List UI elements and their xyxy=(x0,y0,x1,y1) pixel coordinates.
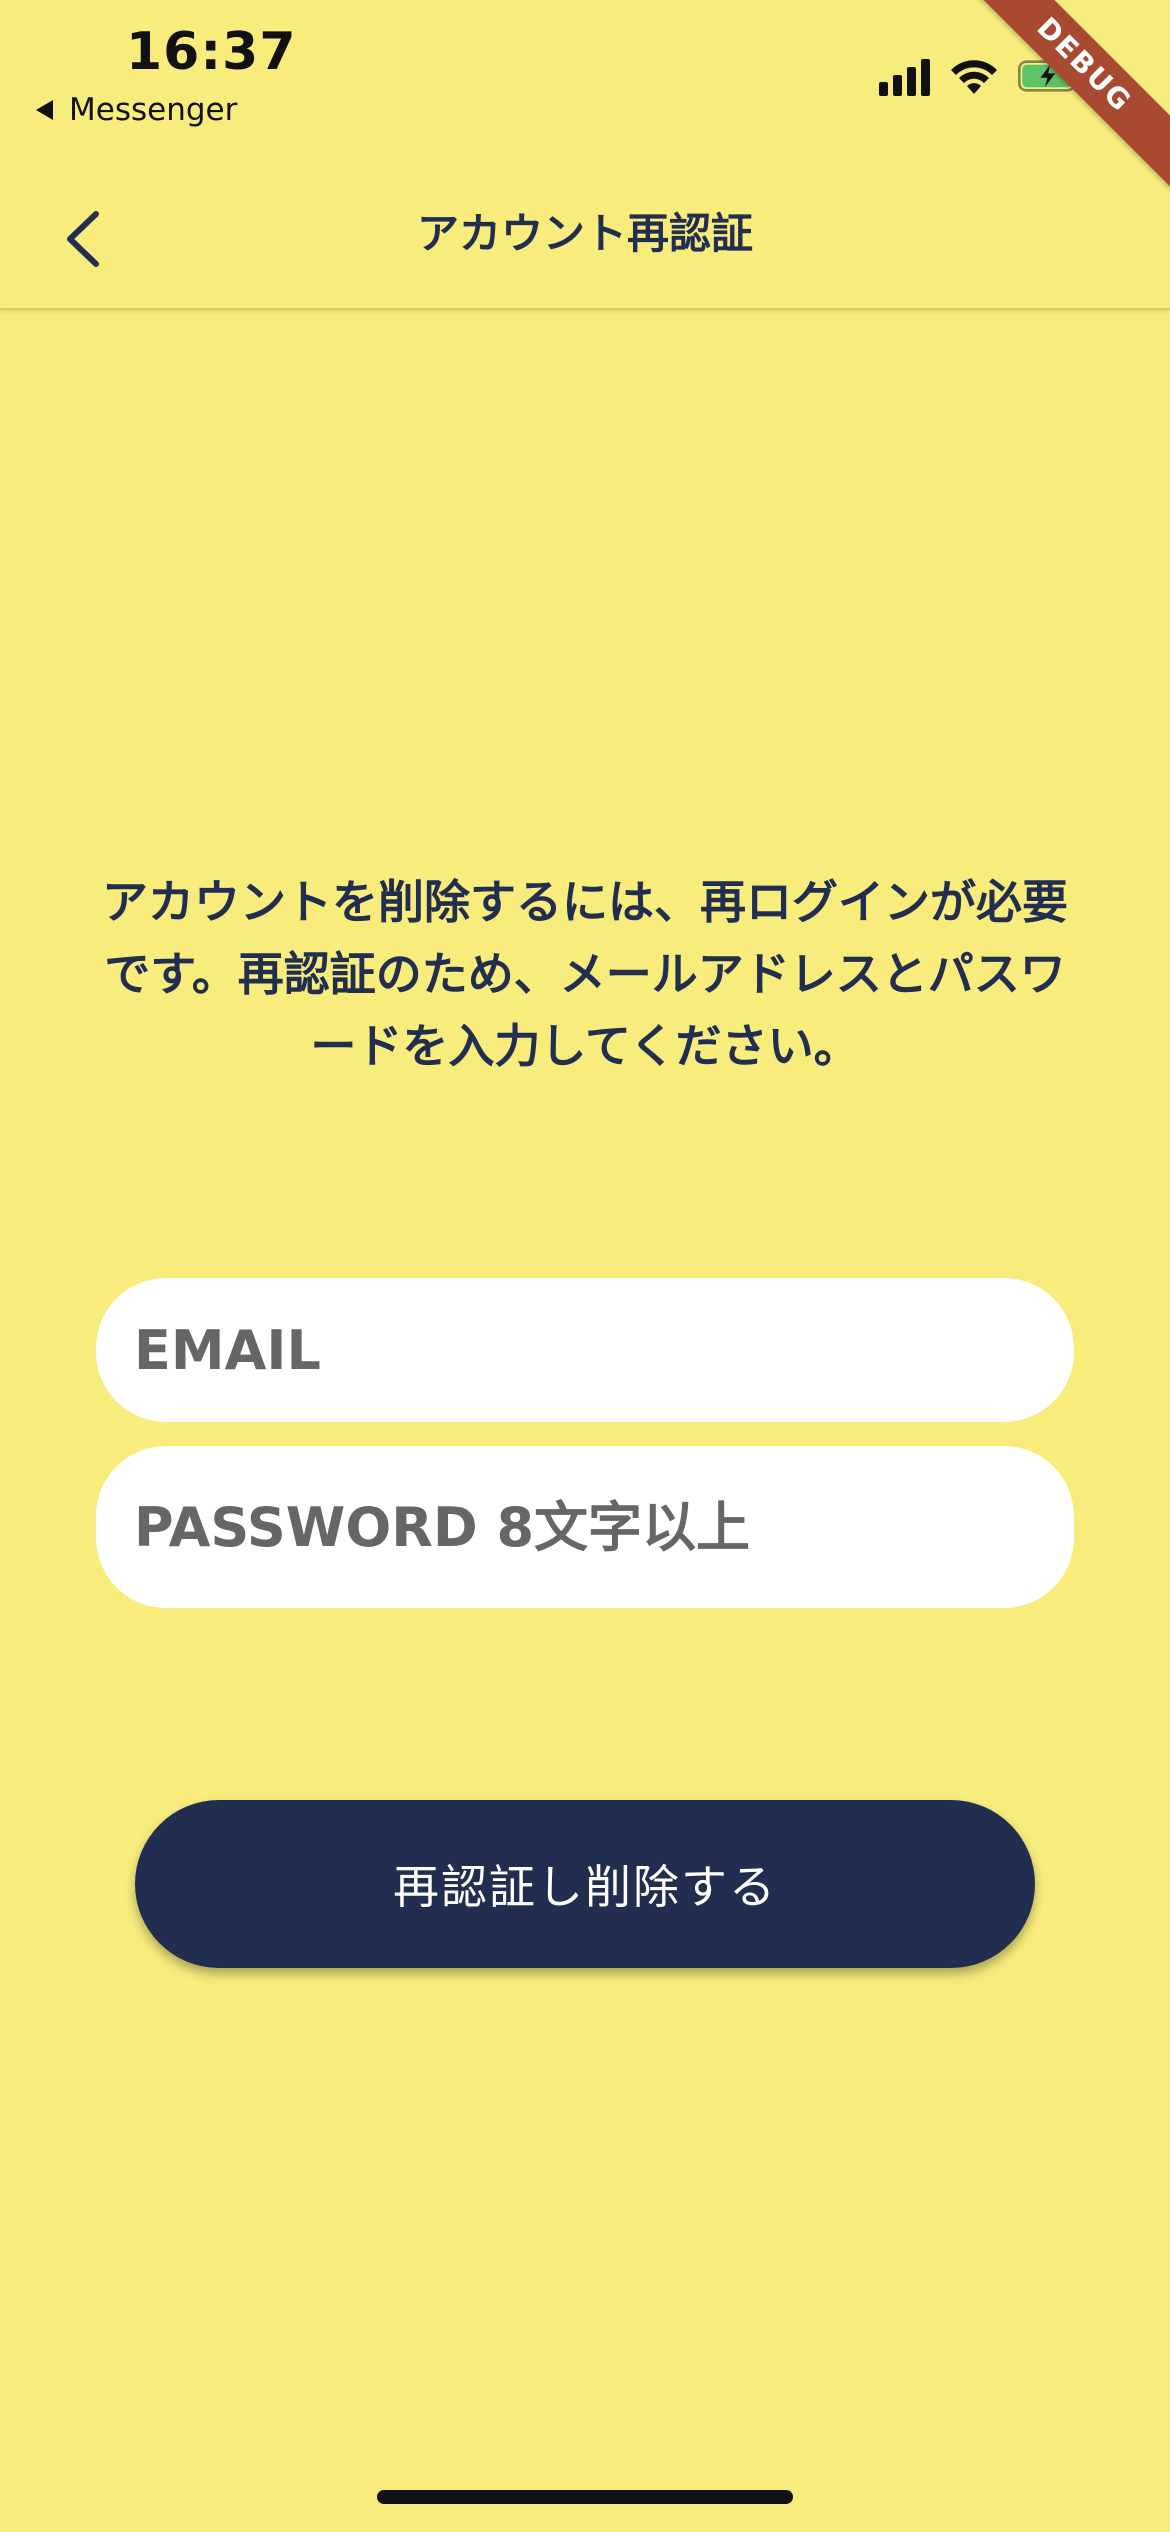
page-title: アカウント再認証 xyxy=(416,209,753,258)
email-field[interactable] xyxy=(96,1278,1074,1422)
instruction-text: アカウントを削除するには、再ログインが必要です。再認証のため、メールアドレスとパ… xyxy=(102,875,1068,1073)
back-to-app-link[interactable]: Messenger xyxy=(36,92,237,128)
reauth-delete-button[interactable]: 再認証し削除する xyxy=(135,1800,1035,1968)
password-field[interactable] xyxy=(96,1446,1074,1608)
navigation-bar: アカウント再認証 xyxy=(0,178,1170,310)
home-indicator[interactable] xyxy=(377,2490,793,2504)
email-input[interactable] xyxy=(134,1318,1074,1382)
password-input[interactable] xyxy=(134,1495,1074,1559)
status-time: 16:37 xyxy=(126,22,297,82)
wifi-icon xyxy=(951,60,997,94)
back-app-label: Messenger xyxy=(69,92,238,128)
signal-icon xyxy=(879,58,930,96)
back-triangle-icon xyxy=(36,100,53,120)
